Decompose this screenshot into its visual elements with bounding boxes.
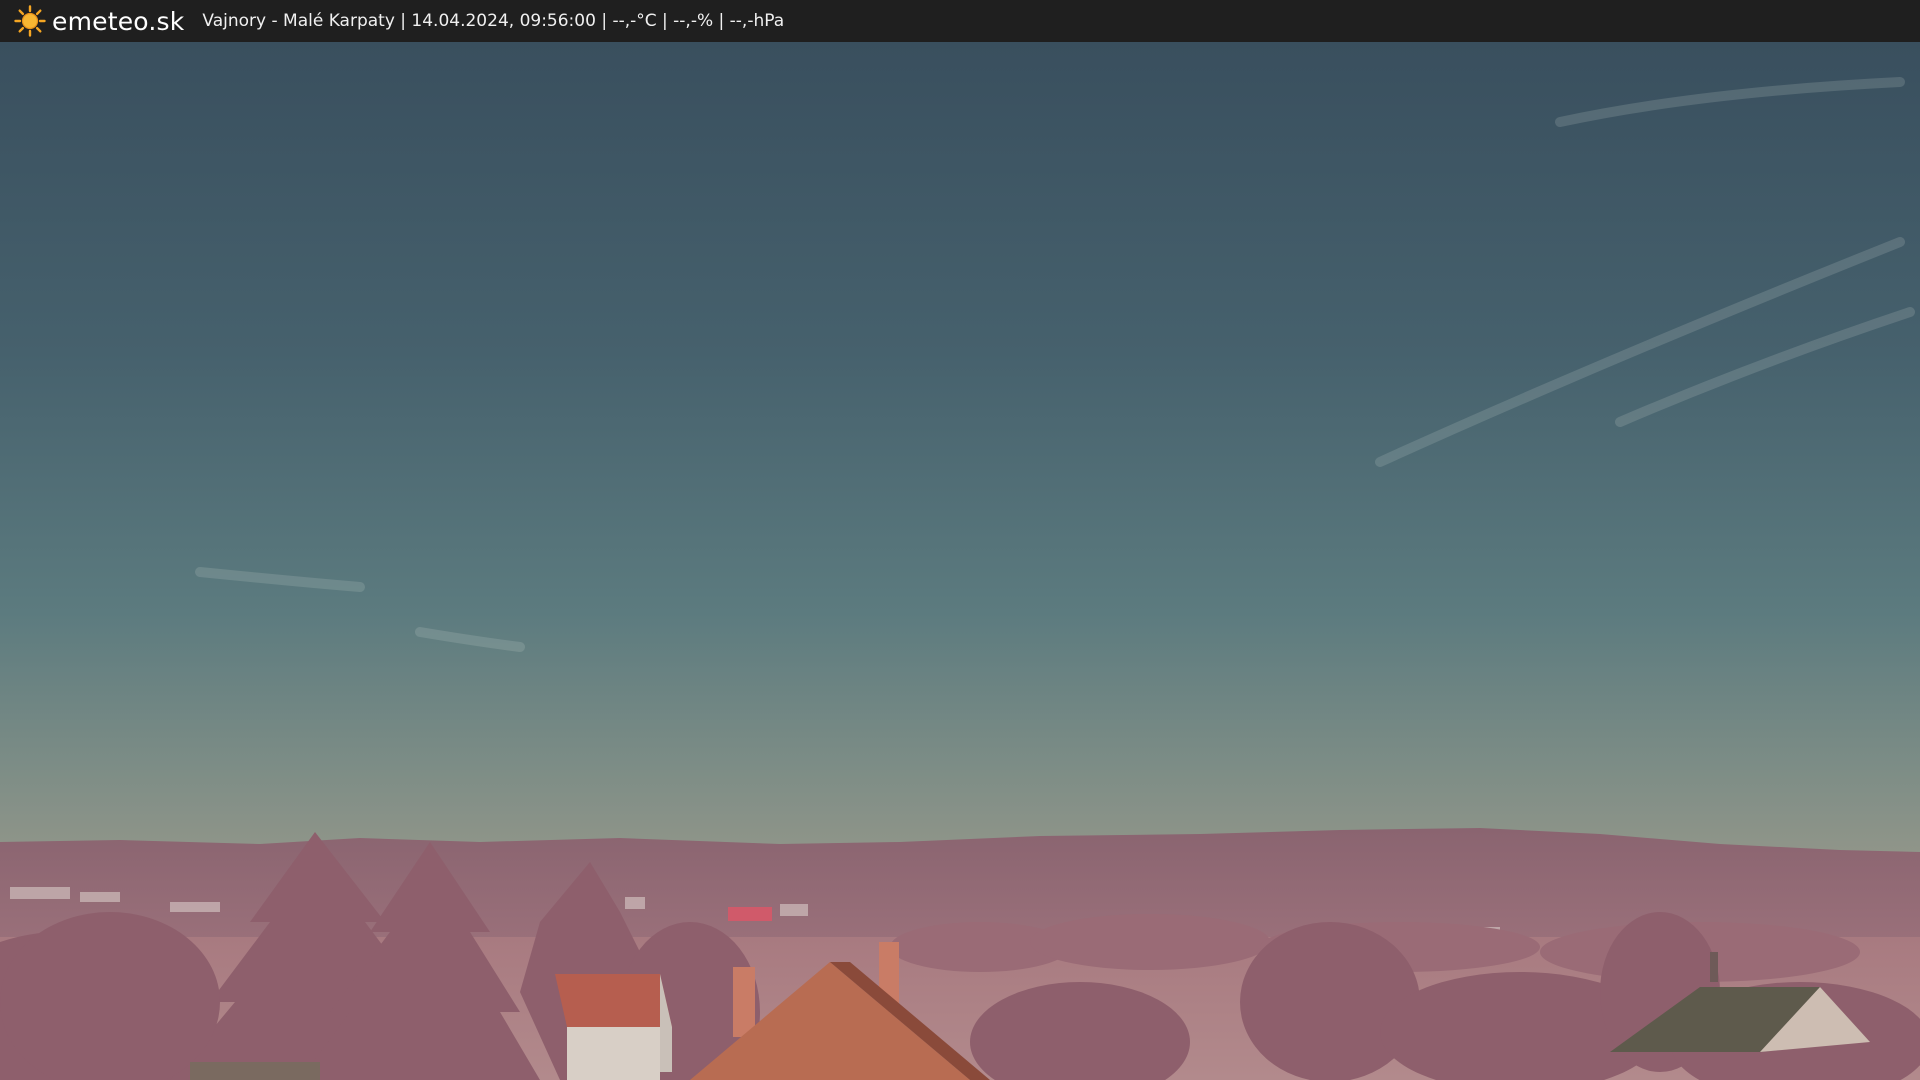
webcam-image	[0, 42, 1920, 1080]
station-caption: Vajnory - Malé Karpaty | 14.04.2024, 09:…	[202, 11, 785, 31]
house-left	[555, 974, 672, 1080]
sun-icon	[14, 5, 46, 37]
red-building	[728, 907, 772, 921]
landscape-scene	[0, 42, 1920, 1080]
logo[interactable]: emeteo.sk	[14, 0, 184, 42]
top-bar: emeteo.sk Vajnory - Malé Karpaty | 14.04…	[0, 0, 1920, 42]
roof-edge	[190, 1062, 320, 1080]
logo-text: emeteo.sk	[52, 6, 185, 36]
webcam-frame: emeteo.sk Vajnory - Malé Karpaty | 14.04…	[0, 0, 1920, 1080]
